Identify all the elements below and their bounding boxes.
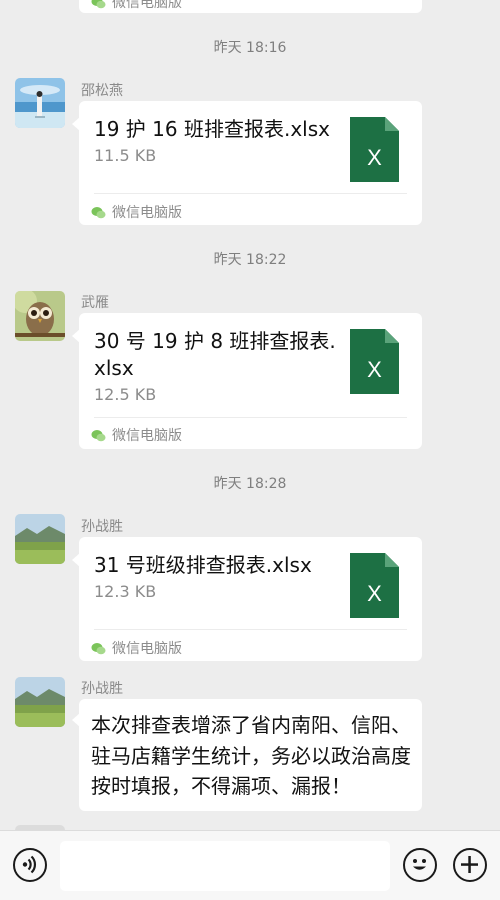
timestamp: 昨天 18:28 [213, 476, 287, 492]
divider [94, 417, 407, 418]
wechat-icon [91, 206, 106, 218]
file-message-card-partial[interactable]: 微信电脑版 [79, 0, 422, 13]
file-message-card[interactable]: 19 护 16 班排查报表.xlsx 11.5 KB X 微信电脑版 [72, 101, 422, 225]
sender-name: 孙战胜 [81, 519, 123, 535]
source-label: 微信电脑版 [91, 0, 182, 12]
voice-button[interactable] [13, 848, 47, 882]
excel-file-icon: X [350, 553, 399, 618]
sender-name: 孙战胜 [81, 681, 123, 697]
emoji-button[interactable] [403, 848, 437, 882]
wechat-icon [91, 642, 106, 654]
plus-icon [461, 856, 478, 873]
chat-area: 微信电脑版 昨天 18:16 邵松燕 19 护 16 班排查报表.xlsx 11… [0, 0, 500, 830]
file-size: 11.5 KB [94, 146, 157, 165]
divider [94, 629, 407, 630]
svg-text:X: X [367, 581, 382, 606]
message-input[interactable] [60, 841, 390, 891]
file-message-card[interactable]: 30 号 19 护 8 班排查报表.xlsx 12.5 KB X 微信电脑版 [72, 313, 422, 449]
file-name: 30 号 19 护 8 班排查报表.xlsx [94, 329, 336, 380]
avatar[interactable] [15, 514, 65, 564]
wechat-icon [91, 429, 106, 441]
avatar[interactable] [15, 677, 65, 727]
excel-file-icon: X [350, 117, 399, 182]
avatar[interactable] [15, 291, 65, 341]
input-bar [0, 830, 500, 900]
avatar[interactable] [15, 78, 65, 128]
svg-text:X: X [367, 357, 382, 382]
wechat-icon [91, 0, 106, 8]
file-size: 12.5 KB [94, 385, 157, 404]
text-message-bubble[interactable]: 本次排查表增添了省内南阳、信阳、驻马店籍学生统计，务必以政治高度按时填报，不得漏… [72, 699, 422, 811]
emoji-icon [413, 859, 426, 870]
file-name: 19 护 16 班排查报表.xlsx [94, 117, 330, 141]
excel-file-icon: X [350, 329, 399, 394]
source-label: 微信电脑版 [91, 202, 182, 222]
source-label: 微信电脑版 [91, 638, 182, 658]
divider [94, 193, 407, 194]
timestamp: 昨天 18:22 [213, 252, 287, 268]
more-button[interactable] [453, 848, 487, 882]
file-name: 31 号班级排查报表.xlsx [94, 553, 312, 577]
voice-icon [22, 855, 36, 874]
source-label: 微信电脑版 [91, 425, 182, 445]
file-size: 12.3 KB [94, 582, 157, 601]
sender-name: 邵松燕 [81, 83, 123, 99]
svg-text:X: X [367, 145, 382, 170]
file-message-card[interactable]: 31 号班级排查报表.xlsx 12.3 KB X 微信电脑版 [72, 537, 422, 661]
timestamp: 昨天 18:16 [213, 40, 287, 56]
sender-name: 武雁 [81, 295, 109, 311]
